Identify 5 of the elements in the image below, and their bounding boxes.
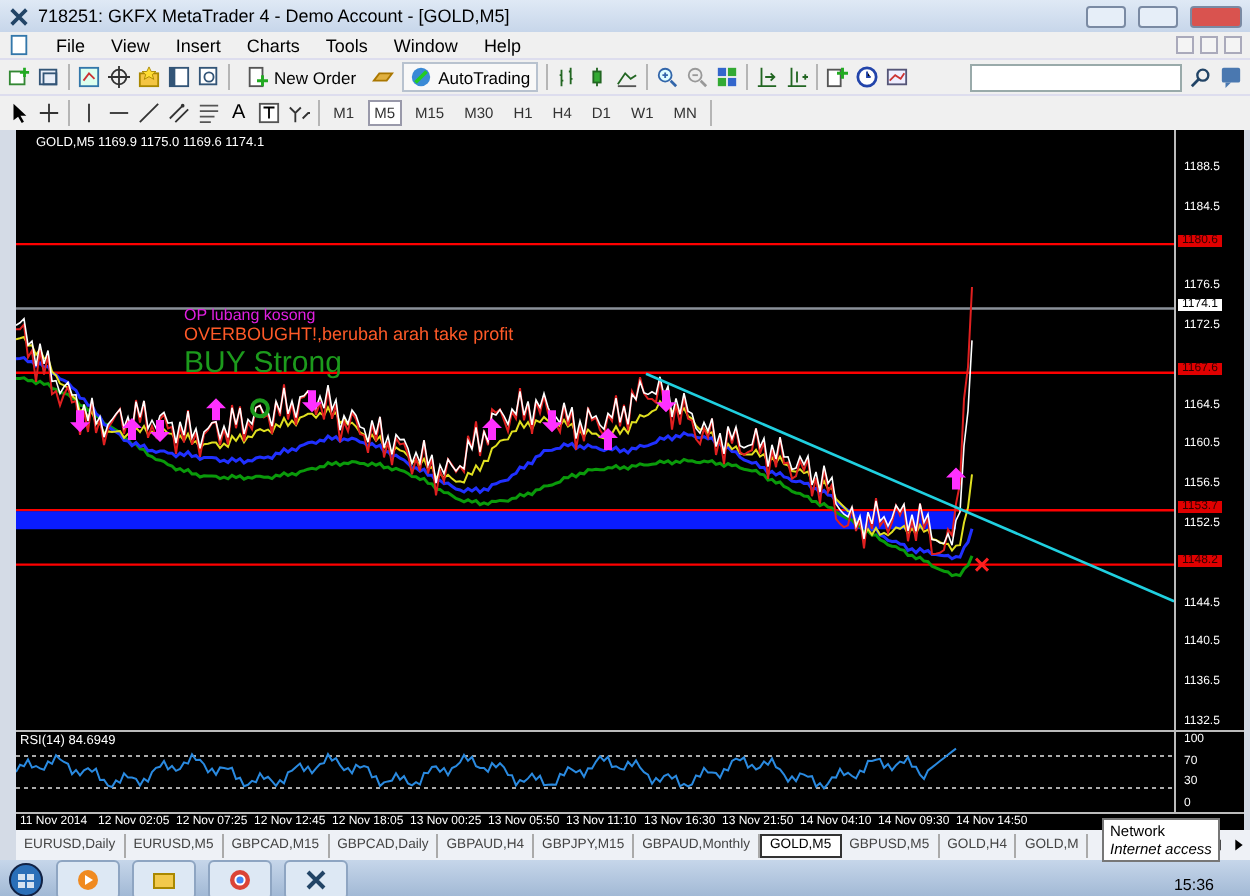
indicator-message: OP lubang kosong [184, 306, 318, 325]
clock: 15:36 [1173, 874, 1214, 894]
window-title: 718251: GKFX MetaTrader 4 - Demo Account - [GOLD,M5] [38, 6, 512, 26]
indicator-message: BUY Strong [184, 345, 344, 380]
indicator-message: OVERBOUGHT!,berubah arah take profit [184, 324, 514, 346]
